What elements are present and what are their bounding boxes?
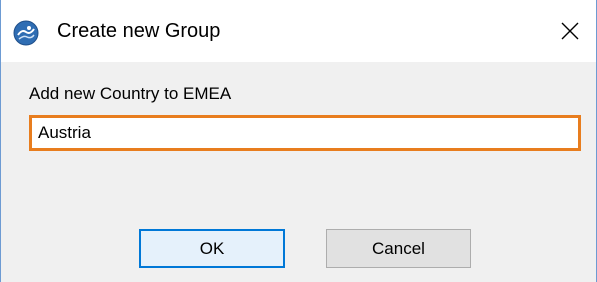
ok-button[interactable]: OK <box>139 229 285 268</box>
country-prompt-label: Add new Country to EMEA <box>29 84 232 103</box>
cancel-button[interactable]: Cancel <box>326 229 471 268</box>
window-title: Create new Group <box>57 20 221 42</box>
close-icon <box>561 22 579 40</box>
dialog-window: Create new Group Add new Country to EMEA… <box>0 0 597 282</box>
title-bar[interactable]: Create new Group <box>1 0 596 62</box>
close-button[interactable] <box>547 10 593 52</box>
country-name-input[interactable] <box>29 115 581 151</box>
app-globe-icon <box>13 20 39 46</box>
dialog-body: Add new Country to EMEA OK Cancel <box>1 62 596 282</box>
